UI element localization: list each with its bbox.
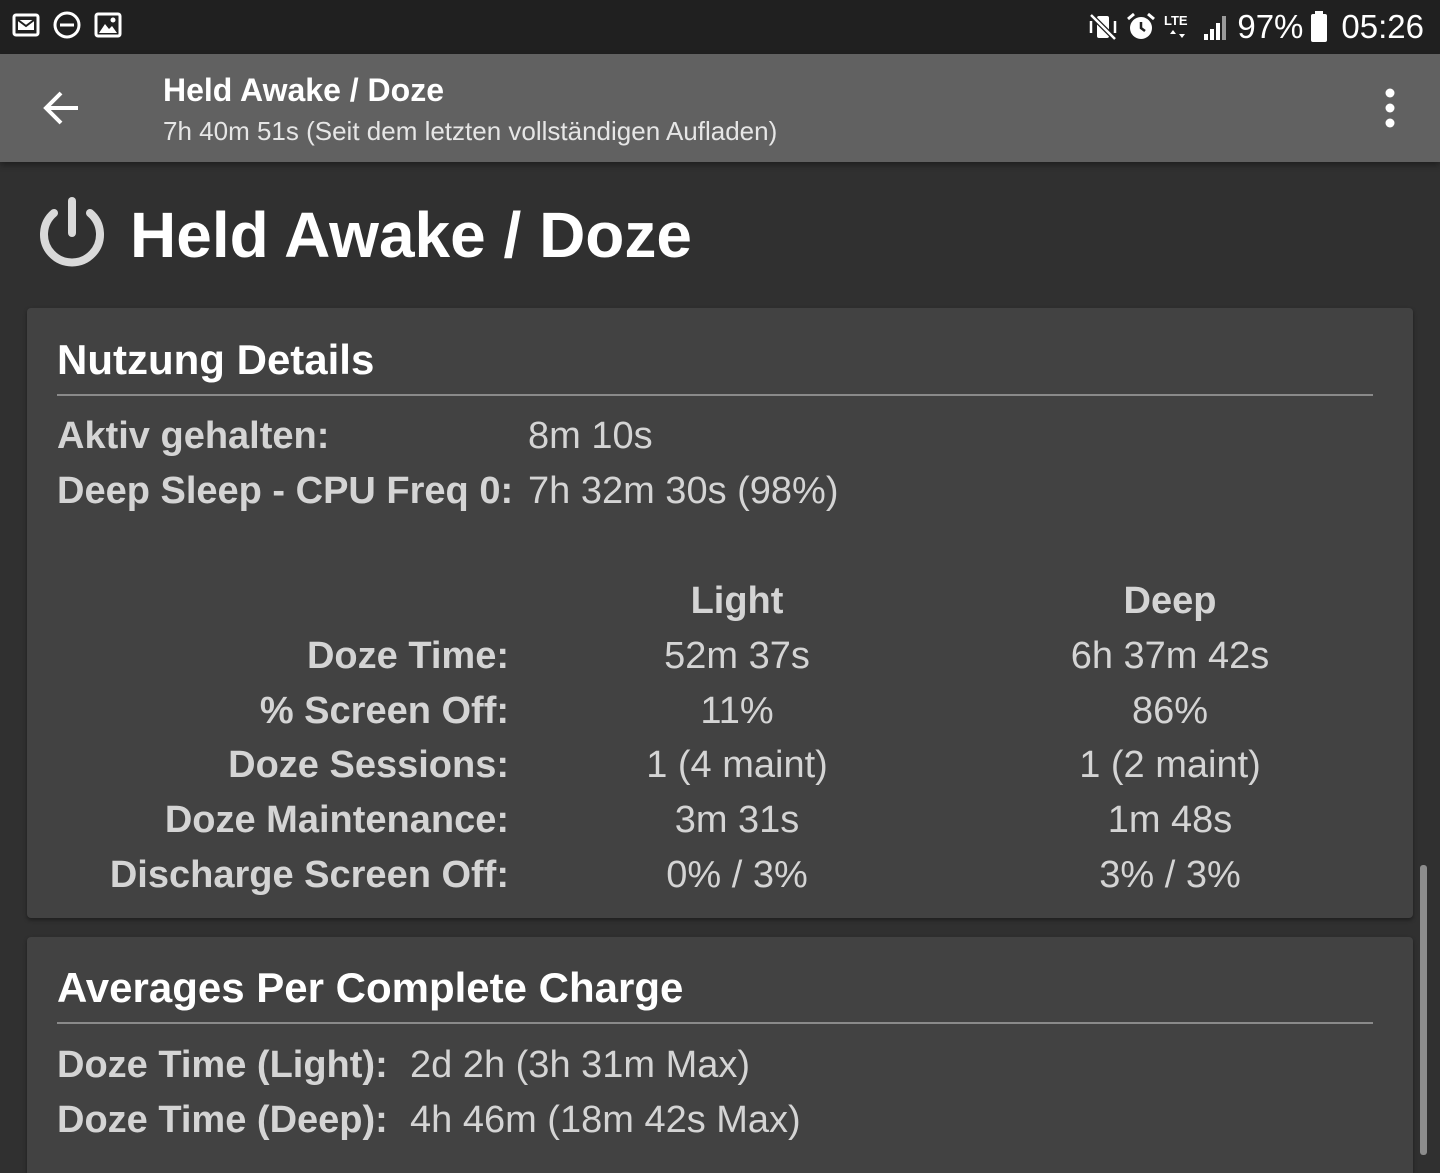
scrollbar[interactable] bbox=[1420, 865, 1427, 1155]
vibrate-mute-icon bbox=[1087, 11, 1119, 43]
avg-light-value: 2d 2h (3h 31m Max) bbox=[410, 1044, 751, 1086]
battery-percent: 97% bbox=[1237, 8, 1304, 45]
page-header: Held Awake / Doze bbox=[32, 185, 692, 285]
row-label: Discharge Screen Off: bbox=[109, 854, 509, 896]
divider bbox=[57, 1022, 1373, 1024]
light-value: 11% bbox=[700, 690, 774, 732]
arrow-back-icon bbox=[43, 91, 78, 125]
deep-sleep-label: Deep Sleep - CPU Freq 0: bbox=[57, 470, 514, 512]
column-header-deep: Deep bbox=[1123, 580, 1217, 622]
row-label: Doze Sessions: bbox=[228, 744, 509, 786]
awake-label: Aktiv gehalten: bbox=[57, 415, 330, 457]
avg-light-label: Doze Time (Light): bbox=[57, 1044, 388, 1086]
deep-value: 1m 48s bbox=[1107, 799, 1233, 841]
row-label: Doze Time: bbox=[306, 635, 509, 677]
more-vertical-icon bbox=[1385, 88, 1395, 128]
deep-sleep-value: 7h 32m 30s (98%) bbox=[528, 470, 839, 512]
alarm-icon bbox=[1125, 11, 1157, 43]
averages-title: Averages Per Complete Charge bbox=[57, 964, 684, 1011]
awake-value: 8m 10s bbox=[528, 415, 653, 457]
row-label: Doze Maintenance: bbox=[164, 799, 509, 841]
light-value: 0% / 3% bbox=[666, 854, 808, 896]
back-button[interactable] bbox=[30, 78, 94, 138]
deep-value: 3% / 3% bbox=[1099, 854, 1241, 896]
avg-deep-value: 4h 46m (18m 42s Max) bbox=[410, 1099, 801, 1141]
light-value: 3m 31s bbox=[674, 799, 800, 841]
power-icon bbox=[40, 197, 104, 267]
appbar-title: Held Awake / Doze bbox=[163, 72, 444, 108]
lte-icon: LTE bbox=[1163, 11, 1195, 43]
do-not-disturb-icon bbox=[52, 10, 82, 40]
image-icon bbox=[94, 11, 122, 39]
row-label: % Screen Off: bbox=[259, 690, 509, 732]
deep-value: 86% bbox=[1131, 690, 1209, 732]
deep-value: 6h 37m 42s bbox=[1070, 635, 1270, 677]
usage-details-title: Nutzung Details bbox=[57, 336, 375, 383]
light-value: 52m 37s bbox=[664, 635, 810, 677]
email-notification-icon bbox=[12, 11, 40, 39]
column-header-light: Light bbox=[690, 580, 784, 622]
averages-card: Averages Per Complete Charge Doze Time (… bbox=[27, 937, 1413, 1173]
status-bar: LTE 97% 05:26 bbox=[0, 0, 1440, 54]
usage-details-card: Nutzung Details Aktiv gehalten: 8m 10s D… bbox=[27, 308, 1413, 918]
light-value: 1 (4 maint) bbox=[646, 744, 828, 786]
deep-value: 1 (2 maint) bbox=[1079, 744, 1261, 786]
svg-text:LTE: LTE bbox=[1164, 13, 1188, 28]
clock: 05:26 bbox=[1341, 8, 1424, 45]
battery-icon bbox=[1309, 10, 1329, 44]
page-title: Held Awake / Doze bbox=[130, 199, 692, 271]
appbar-subtitle: 7h 40m 51s (Seit dem letzten vollständig… bbox=[163, 116, 778, 146]
app-bar: Held Awake / Doze 7h 40m 51s (Seit dem l… bbox=[0, 54, 1440, 162]
avg-deep-label: Doze Time (Deep): bbox=[57, 1099, 388, 1141]
signal-icon bbox=[1201, 12, 1231, 42]
divider bbox=[57, 394, 1373, 396]
overflow-menu-button[interactable] bbox=[1370, 80, 1410, 136]
